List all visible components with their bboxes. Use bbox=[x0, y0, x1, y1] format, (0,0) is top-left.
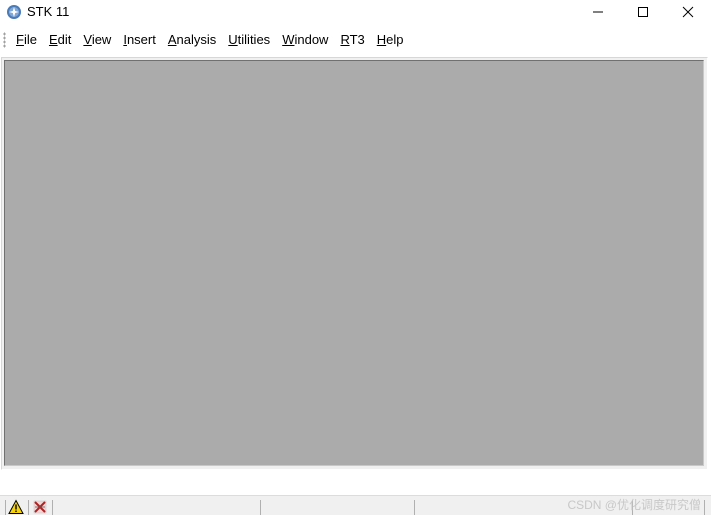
status-separator bbox=[5, 500, 6, 515]
menu-bar: File Edit View Insert Analysis Utilities… bbox=[0, 28, 711, 52]
minimize-button[interactable] bbox=[575, 0, 621, 24]
mdi-client-area[interactable] bbox=[4, 60, 704, 466]
watermark-text: CSDN @优化调度研究僧 bbox=[567, 498, 701, 512]
menu-edit[interactable]: Edit bbox=[43, 29, 77, 51]
title-bar[interactable]: STK 11 bbox=[0, 0, 711, 24]
maximize-icon bbox=[638, 7, 648, 17]
status-separator bbox=[28, 500, 29, 515]
menu-rt3[interactable]: RT3 bbox=[334, 29, 370, 51]
warning-icon[interactable] bbox=[8, 499, 24, 515]
status-bar: CSDN @优化调度研究僧 bbox=[0, 495, 711, 515]
maximize-button[interactable] bbox=[620, 0, 666, 24]
menu-view[interactable]: View bbox=[77, 29, 117, 51]
menubar-grip-handle[interactable] bbox=[3, 32, 6, 48]
close-icon bbox=[682, 6, 694, 18]
menu-analysis[interactable]: Analysis bbox=[162, 29, 222, 51]
mdi-client-frame bbox=[1, 57, 708, 470]
menu-help[interactable]: Help bbox=[371, 29, 410, 51]
window-title: STK 11 bbox=[27, 4, 70, 19]
cancel-x-icon[interactable] bbox=[32, 499, 48, 515]
menu-utilities[interactable]: Utilities bbox=[222, 29, 276, 51]
status-separator bbox=[52, 500, 53, 515]
stk-app-icon[interactable] bbox=[6, 4, 22, 20]
status-separator bbox=[414, 500, 415, 515]
close-button[interactable] bbox=[665, 0, 711, 24]
menu-window[interactable]: Window bbox=[276, 29, 334, 51]
status-separator bbox=[260, 500, 261, 515]
minimize-icon bbox=[593, 11, 603, 13]
status-separator bbox=[704, 500, 705, 515]
menu-insert[interactable]: Insert bbox=[117, 29, 162, 51]
menu-file[interactable]: File bbox=[10, 29, 43, 51]
app-window: STK 11 File Edit View Insert Analysis Ut… bbox=[0, 0, 711, 515]
